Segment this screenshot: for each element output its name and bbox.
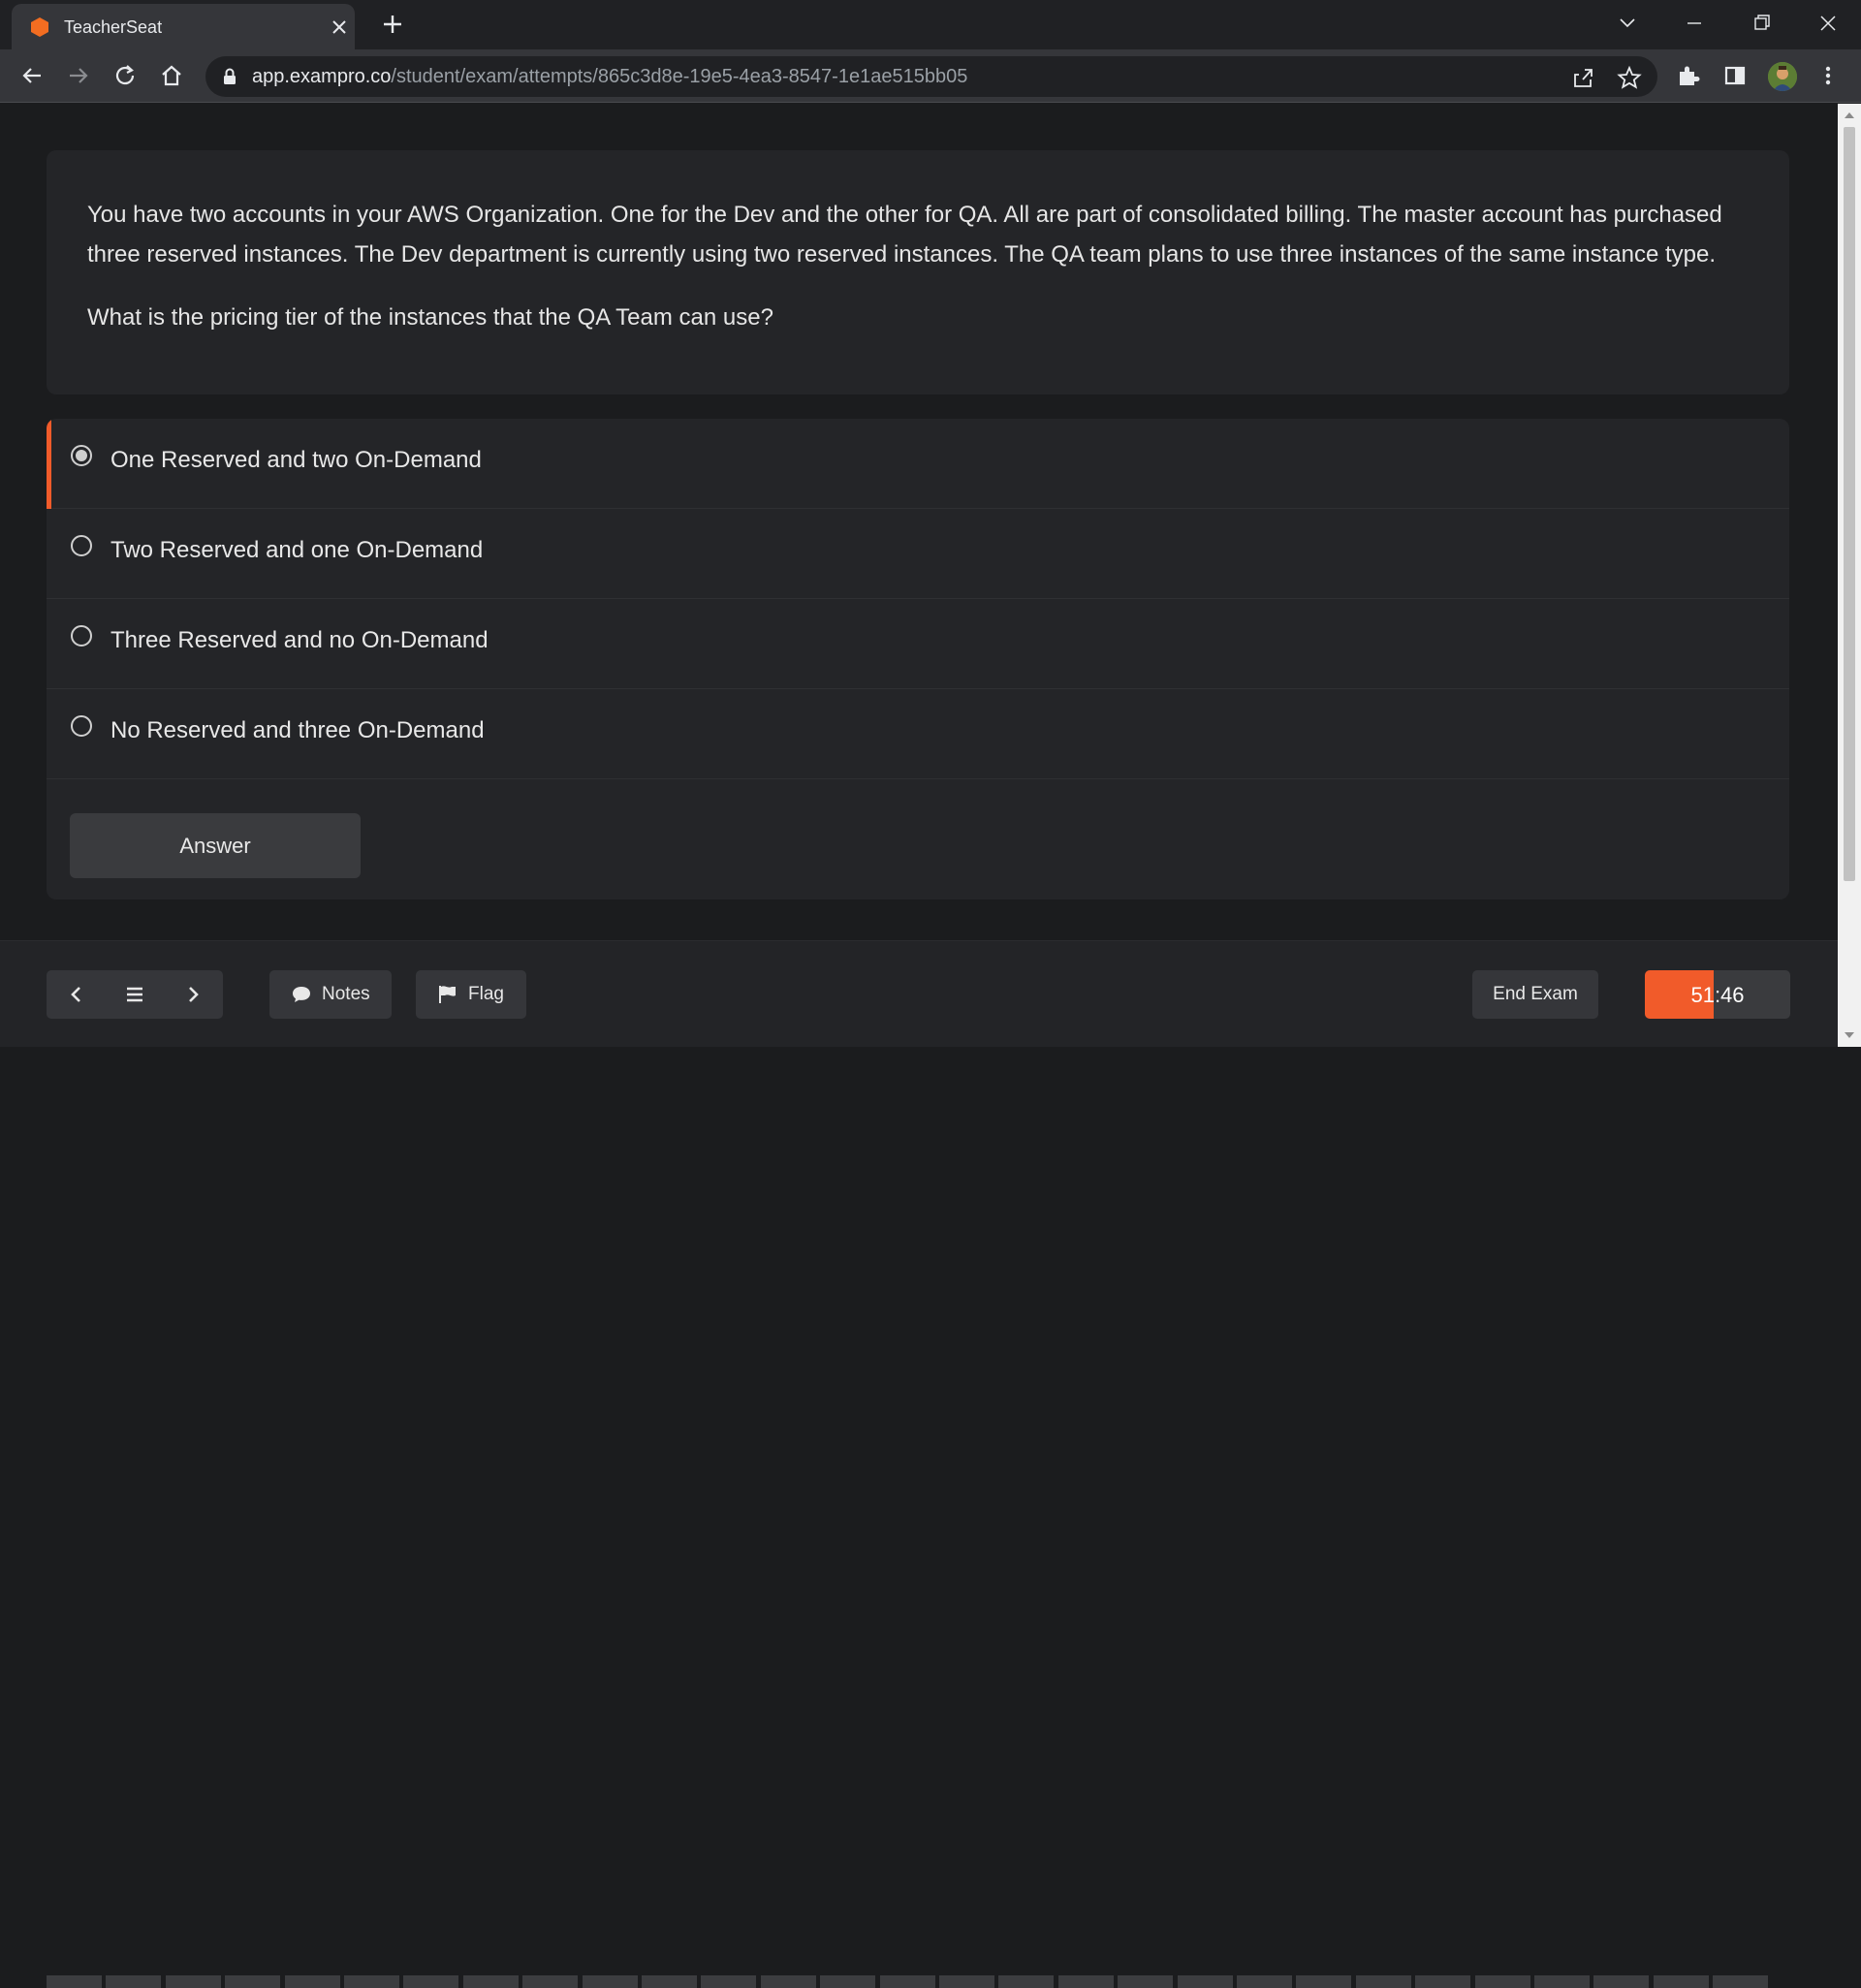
window-close-icon[interactable] bbox=[1809, 8, 1847, 39]
exam-timer: 51:46 bbox=[1645, 970, 1790, 1019]
option-label[interactable]: No Reserved and three On-Demand bbox=[110, 717, 485, 744]
question-navigation bbox=[47, 970, 223, 1019]
answer-button[interactable]: Answer bbox=[70, 813, 361, 878]
question-progress-segment[interactable] bbox=[47, 1975, 102, 1988]
end-exam-button[interactable]: End Exam bbox=[1472, 970, 1598, 1019]
question-progress-segment[interactable] bbox=[403, 1975, 459, 1988]
radio-button[interactable] bbox=[71, 715, 92, 737]
option-1[interactable]: One Reserved and two On-Demand bbox=[47, 419, 1789, 509]
question-progress-segment[interactable] bbox=[760, 1975, 816, 1988]
url-host: app.exampro.co bbox=[252, 66, 392, 87]
question-progress-segment[interactable] bbox=[1177, 1975, 1233, 1988]
option-label[interactable]: One Reserved and two On-Demand bbox=[110, 447, 482, 474]
question-progress-segment[interactable] bbox=[998, 1975, 1055, 1988]
question-card: You have two accounts in your AWS Organi… bbox=[47, 150, 1789, 394]
notes-label: Notes bbox=[322, 984, 370, 1004]
question-text: You have two accounts in your AWS Organi… bbox=[87, 202, 1722, 268]
scrollbar-thumb[interactable] bbox=[1844, 127, 1855, 881]
question-progress-segment[interactable] bbox=[225, 1975, 281, 1988]
url-text[interactable]: app.exampro.co/student/exam/attempts/865… bbox=[252, 66, 967, 88]
notes-button[interactable]: Notes bbox=[269, 970, 392, 1019]
question-progress-segment[interactable] bbox=[642, 1975, 697, 1988]
address-bar[interactable]: app.exampro.co/student/exam/attempts/865… bbox=[205, 56, 1657, 97]
home-icon[interactable] bbox=[157, 61, 186, 90]
question-progress-segment[interactable] bbox=[1296, 1975, 1352, 1988]
star-icon[interactable] bbox=[1617, 65, 1642, 90]
question-progress-segment[interactable] bbox=[1593, 1975, 1650, 1988]
question-progress-segment[interactable] bbox=[820, 1975, 876, 1988]
browser-tab-bar: TeacherSeat bbox=[0, 0, 1861, 49]
chevron-down-icon[interactable] bbox=[1608, 8, 1647, 39]
question-prompt: What is the pricing tier of the instance… bbox=[87, 304, 773, 331]
share-icon[interactable] bbox=[1570, 65, 1595, 90]
close-icon[interactable] bbox=[328, 16, 351, 39]
question-progress-segment[interactable] bbox=[1713, 1975, 1769, 1988]
option-2[interactable]: Two Reserved and one On-Demand bbox=[47, 509, 1789, 599]
question-progress-segment[interactable] bbox=[284, 1975, 340, 1988]
question-progress-segment[interactable] bbox=[462, 1975, 519, 1988]
reload-icon[interactable] bbox=[110, 61, 140, 90]
radio-button[interactable] bbox=[71, 535, 92, 556]
question-progress-segment[interactable] bbox=[165, 1975, 221, 1988]
scroll-up-arrow-icon[interactable] bbox=[1844, 110, 1855, 121]
radio-button[interactable] bbox=[71, 625, 92, 647]
sidepanel-icon[interactable] bbox=[1721, 62, 1749, 89]
option-label[interactable]: Three Reserved and no On-Demand bbox=[110, 627, 489, 654]
radio-button-selected[interactable] bbox=[71, 445, 92, 466]
page-viewport: You have two accounts in your AWS Organi… bbox=[0, 104, 1838, 1988]
restore-icon[interactable] bbox=[1742, 8, 1781, 39]
chevron-right-icon[interactable] bbox=[180, 982, 205, 1007]
tab-title: TeacherSeat bbox=[64, 17, 163, 37]
flag-button[interactable]: Flag bbox=[416, 970, 526, 1019]
option-3[interactable]: Three Reserved and no On-Demand bbox=[47, 599, 1789, 689]
back-arrow-icon[interactable] bbox=[17, 61, 47, 90]
question-progress-segment[interactable] bbox=[879, 1975, 935, 1988]
option-4[interactable]: No Reserved and three On-Demand bbox=[47, 689, 1789, 779]
url-path: /student/exam/attempts/865c3d8e-19e5-4ea… bbox=[391, 66, 968, 87]
question-progress-segment[interactable] bbox=[701, 1975, 757, 1988]
chevron-left-icon[interactable] bbox=[64, 982, 89, 1007]
question-progress-segment[interactable] bbox=[1415, 1975, 1471, 1988]
plus-icon[interactable] bbox=[378, 10, 407, 39]
question-progress-segment[interactable] bbox=[344, 1975, 399, 1988]
question-progress-segment[interactable] bbox=[1653, 1975, 1709, 1988]
scroll-down-arrow-icon[interactable] bbox=[1844, 1029, 1855, 1041]
kebab-menu-icon[interactable] bbox=[1814, 62, 1842, 89]
question-progress-segment[interactable] bbox=[106, 1975, 162, 1988]
flag-icon bbox=[439, 986, 456, 1003]
hexagon-favicon-icon bbox=[31, 17, 48, 37]
question-progress-segment[interactable] bbox=[1057, 1975, 1114, 1988]
answer-options: One Reserved and two On-Demand Two Reser… bbox=[47, 419, 1789, 899]
timer-text: 51:46 bbox=[1690, 983, 1745, 1007]
page-scrollbar[interactable] bbox=[1838, 104, 1861, 1047]
question-progress-segment[interactable] bbox=[522, 1975, 579, 1988]
question-progress-segment[interactable] bbox=[939, 1975, 994, 1988]
exam-footer: Notes Flag End Exam 51:46 bbox=[0, 940, 1838, 1988]
list-menu-icon[interactable] bbox=[122, 982, 147, 1007]
question-progress-segment[interactable] bbox=[1237, 1975, 1292, 1988]
question-progress-segment[interactable] bbox=[1118, 1975, 1174, 1988]
minimize-icon[interactable] bbox=[1675, 8, 1714, 39]
question-progress-segment[interactable] bbox=[1355, 1975, 1411, 1988]
puzzle-icon[interactable] bbox=[1675, 62, 1702, 89]
flag-label: Flag bbox=[468, 984, 504, 1004]
question-progress-segment[interactable] bbox=[582, 1975, 638, 1988]
avatar[interactable] bbox=[1768, 62, 1797, 91]
option-label[interactable]: Two Reserved and one On-Demand bbox=[110, 537, 483, 564]
question-progress-segment[interactable] bbox=[1474, 1975, 1530, 1988]
lock-icon[interactable] bbox=[221, 67, 238, 86]
browser-toolbar: app.exampro.co/student/exam/attempts/865… bbox=[0, 49, 1861, 103]
browser-tab[interactable]: TeacherSeat bbox=[12, 4, 355, 49]
forward-arrow-icon[interactable] bbox=[64, 61, 93, 90]
speech-bubble-icon bbox=[293, 987, 310, 1002]
question-progress-segment[interactable] bbox=[1534, 1975, 1590, 1988]
